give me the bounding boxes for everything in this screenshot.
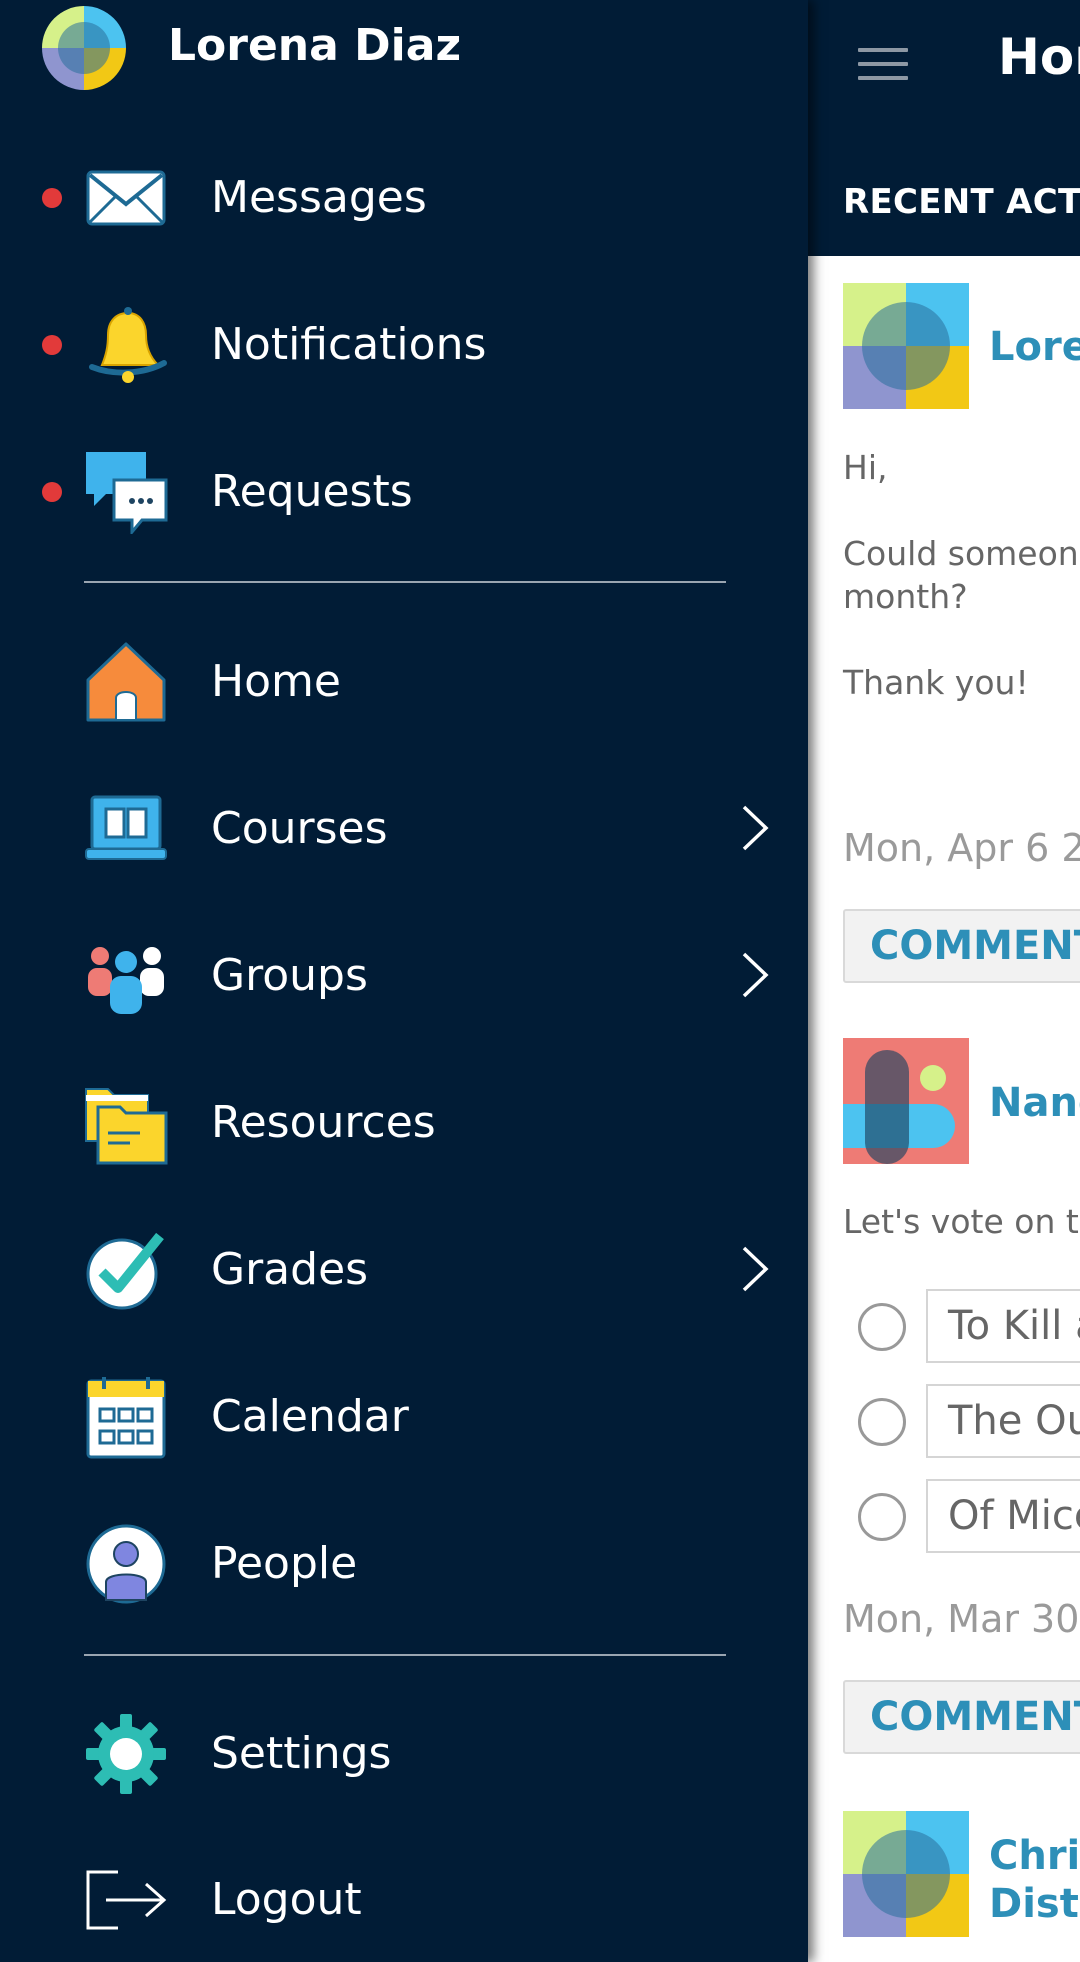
post-avatar[interactable] bbox=[843, 1038, 969, 1164]
post-text: Let's vote on th bbox=[843, 1202, 1080, 1241]
house-icon bbox=[84, 640, 168, 724]
home-feed: Hor RECENT ACTIV Loren Hi, Could someon … bbox=[808, 0, 1080, 1962]
nav-item-home[interactable]: Home bbox=[0, 620, 808, 740]
nav-label: People bbox=[211, 1538, 358, 1589]
laptop-book-icon bbox=[84, 787, 168, 871]
divider bbox=[84, 1654, 726, 1656]
person-icon bbox=[84, 1522, 168, 1606]
navigation-drawer: Lorena Diaz Messages Notifications Reque… bbox=[0, 0, 808, 1962]
post-text: Thank you! bbox=[843, 663, 1029, 702]
nav-label: Resources bbox=[211, 1097, 436, 1148]
nav-label: Notifications bbox=[211, 319, 487, 370]
nav-item-grades[interactable]: Grades bbox=[0, 1208, 808, 1328]
post-author[interactable]: Distr bbox=[989, 1880, 1080, 1928]
nav-label: Settings bbox=[211, 1728, 392, 1779]
radio-button[interactable] bbox=[858, 1493, 906, 1541]
post-text: Hi, bbox=[843, 448, 888, 487]
nav-label: Messages bbox=[211, 172, 427, 223]
checkmark-circle-icon bbox=[84, 1228, 168, 1312]
poll-option[interactable]: The Ou bbox=[858, 1384, 1080, 1458]
calendar-icon bbox=[84, 1375, 168, 1459]
radio-button[interactable] bbox=[858, 1398, 906, 1446]
nav-item-messages[interactable]: Messages bbox=[0, 136, 808, 256]
post-author[interactable]: Chris bbox=[989, 1832, 1080, 1880]
nav-label: Logout bbox=[211, 1874, 362, 1925]
profile-name[interactable]: Lorena Diaz bbox=[168, 20, 461, 71]
nav-item-courses[interactable]: Courses bbox=[0, 767, 808, 887]
envelope-icon bbox=[84, 156, 168, 240]
gear-icon bbox=[84, 1712, 168, 1796]
unread-indicator bbox=[42, 482, 62, 502]
nav-item-calendar[interactable]: Calendar bbox=[0, 1355, 808, 1475]
nav-label: Courses bbox=[211, 803, 388, 854]
section-header: RECENT ACTIV bbox=[808, 130, 1080, 256]
nav-label: Home bbox=[211, 656, 341, 707]
comment-button[interactable]: COMMENT bbox=[843, 909, 1080, 983]
poll-option-label: To Kill a bbox=[926, 1289, 1080, 1363]
nav-item-logout[interactable]: Logout bbox=[0, 1838, 808, 1958]
post-author[interactable]: Loren bbox=[989, 323, 1080, 371]
divider bbox=[84, 581, 726, 583]
bell-icon bbox=[84, 303, 168, 387]
page-title: Hor bbox=[998, 28, 1080, 86]
post-author[interactable]: Nanc bbox=[989, 1079, 1080, 1127]
post-avatar[interactable] bbox=[843, 283, 969, 409]
nav-item-notifications[interactable]: Notifications bbox=[0, 283, 808, 403]
poll-option[interactable]: Of Mice bbox=[858, 1479, 1080, 1553]
post-text: month? bbox=[843, 577, 968, 616]
nav-item-settings[interactable]: Settings bbox=[0, 1692, 808, 1812]
nav-label: Groups bbox=[211, 950, 368, 1001]
nav-item-groups[interactable]: Groups bbox=[0, 914, 808, 1034]
nav-label: Requests bbox=[211, 466, 413, 517]
nav-item-requests[interactable]: Requests bbox=[0, 430, 808, 550]
chat-bubbles-icon bbox=[84, 450, 168, 537]
section-title: RECENT ACTIV bbox=[843, 182, 1080, 222]
hamburger-menu-icon[interactable] bbox=[858, 48, 908, 80]
post-avatar[interactable] bbox=[843, 1811, 969, 1937]
nav-item-resources[interactable]: Resources bbox=[0, 1061, 808, 1181]
chevron-right-icon[interactable] bbox=[738, 1244, 772, 1294]
app-bar: Hor bbox=[808, 0, 1080, 130]
nav-label: Grades bbox=[211, 1244, 369, 1295]
post-text: Could someon bbox=[843, 534, 1079, 573]
chevron-right-icon[interactable] bbox=[738, 803, 772, 853]
people-group-icon bbox=[84, 934, 168, 1018]
poll-option[interactable]: To Kill a bbox=[858, 1289, 1080, 1363]
post-date: Mon, Mar 30 bbox=[843, 1597, 1080, 1641]
radio-button[interactable] bbox=[858, 1303, 906, 1351]
profile-avatar[interactable] bbox=[42, 6, 126, 90]
unread-indicator bbox=[42, 188, 62, 208]
poll-option-label: Of Mice bbox=[926, 1479, 1080, 1553]
folders-icon bbox=[84, 1081, 168, 1165]
nav-item-people[interactable]: People bbox=[0, 1502, 808, 1622]
post-date: Mon, Apr 6 2 bbox=[843, 826, 1080, 870]
logout-icon bbox=[84, 1858, 168, 1942]
comment-button[interactable]: COMMENT bbox=[843, 1680, 1080, 1754]
nav-label: Calendar bbox=[211, 1391, 409, 1442]
unread-indicator bbox=[42, 335, 62, 355]
poll-option-label: The Ou bbox=[926, 1384, 1080, 1458]
chevron-right-icon[interactable] bbox=[738, 950, 772, 1000]
